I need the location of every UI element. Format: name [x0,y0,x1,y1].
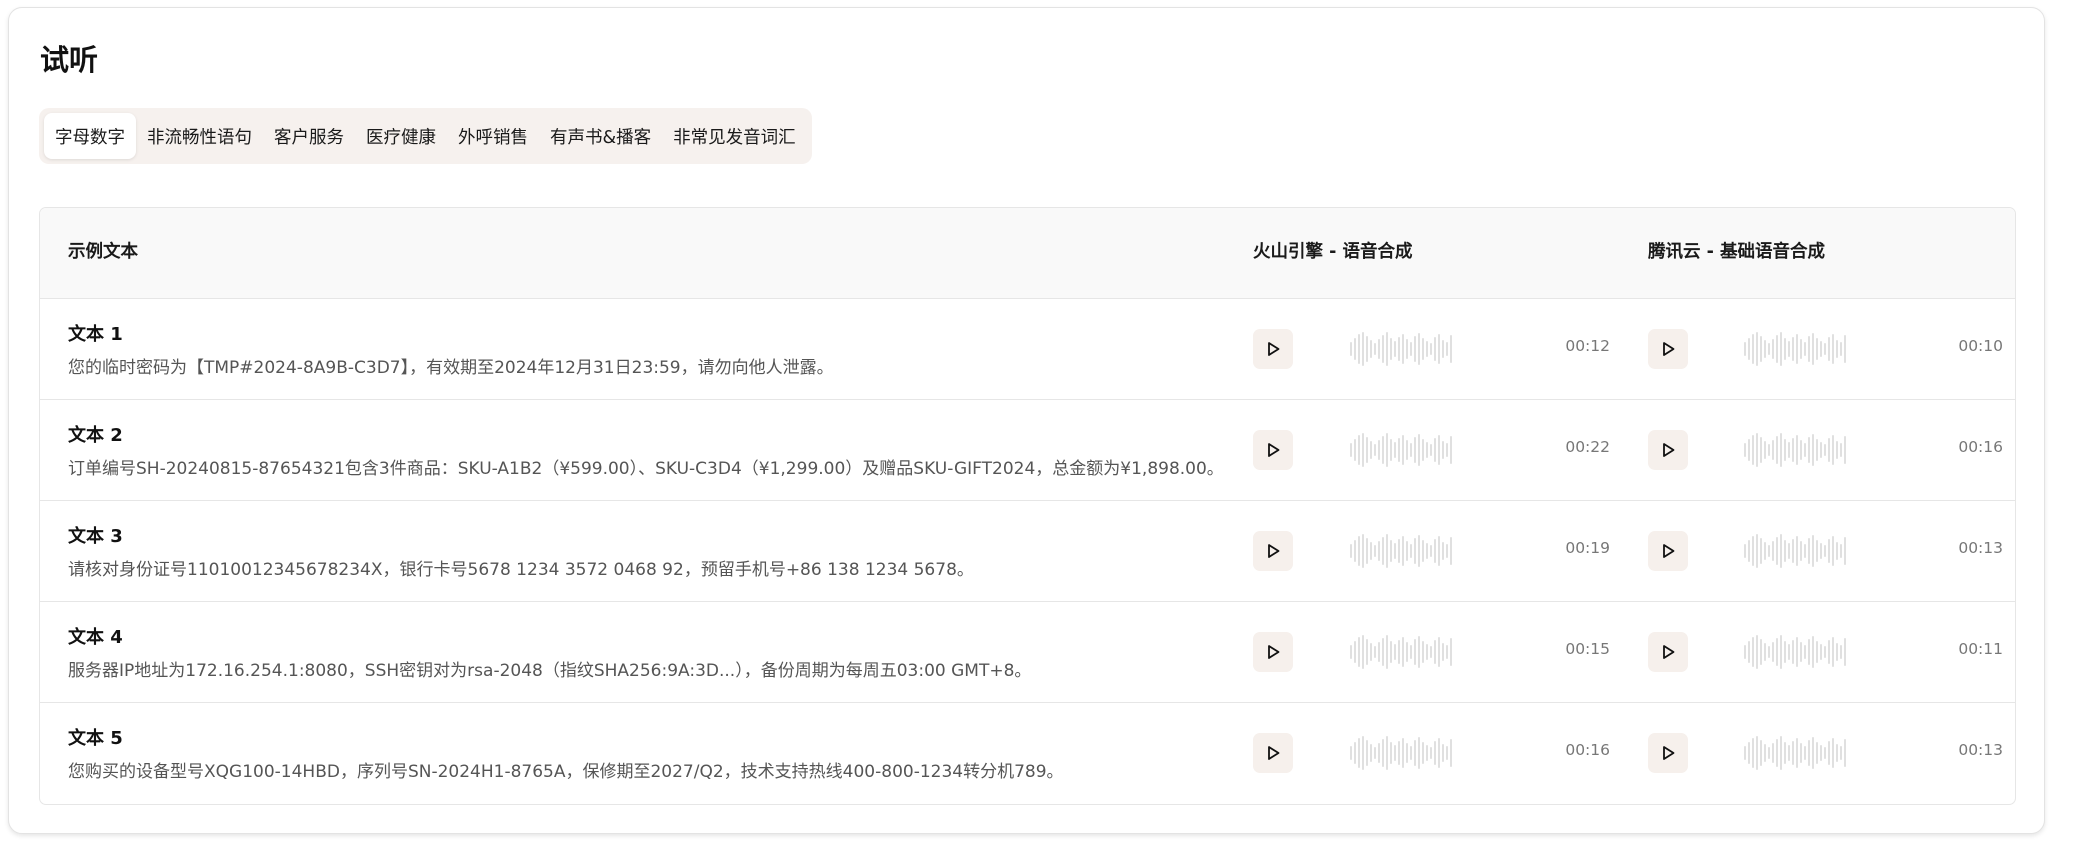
row-sample-text: 订单编号SH-20240815-87654321包含3件商品：SKU-A1B2（… [68,459,1224,479]
waveform-engine-b [1743,734,1847,772]
play-engine-b-button[interactable] [1648,632,1688,672]
tab-healthcare[interactable]: 医疗健康 [355,113,447,159]
row-sample-text: 您的临时密码为【TMP#2024-8A9B-C3D7】，有效期至2024年12月… [68,358,834,378]
play-icon [1663,443,1675,457]
tab-customer-service[interactable]: 客户服务 [263,113,355,159]
row-title: 文本 5 [68,728,123,749]
category-tabs: 字母数字 非流畅性语句 客户服务 医疗健康 外呼销售 有声书&播客 非常见发音词… [39,108,812,164]
duration-engine-a: 00:12 [1565,337,1610,355]
comparison-table: 示例文本 火山引擎 - 语音合成 腾讯云 - 基础语音合成 文本 1 您的临时密码… [39,207,2016,805]
page-title: 试听 [40,43,99,77]
play-engine-b-button[interactable] [1648,329,1688,369]
waveform-icon [1350,534,1452,568]
play-engine-a-button[interactable] [1253,430,1293,470]
duration-engine-b: 00:13 [1958,741,2003,759]
waveform-engine-b [1743,633,1847,671]
duration-engine-a: 00:22 [1565,438,1610,456]
waveform-icon [1350,332,1452,366]
table-header: 示例文本 火山引擎 - 语音合成 腾讯云 - 基础语音合成 [40,208,2015,299]
play-engine-b-button[interactable] [1648,430,1688,470]
play-engine-a-button[interactable] [1253,329,1293,369]
play-engine-a-button[interactable] [1253,733,1293,773]
play-icon [1663,544,1675,558]
duration-engine-b: 00:11 [1958,640,2003,658]
waveform-icon [1350,433,1452,467]
play-engine-b-button[interactable] [1648,531,1688,571]
waveform-engine-b [1743,532,1847,570]
play-icon [1663,342,1675,356]
table-row: 文本 1 您的临时密码为【TMP#2024-8A9B-C3D7】，有效期至2024… [40,299,2015,400]
play-icon [1663,746,1675,760]
play-engine-a-button[interactable] [1253,531,1293,571]
table-row: 文本 3 请核对身份证号11010012345678234X，银行卡号5678 1… [40,501,2015,602]
tab-audiobook-podcast[interactable]: 有声书&播客 [539,113,662,159]
waveform-icon [1744,736,1846,770]
row-title: 文本 4 [68,627,123,648]
table-row: 文本 2 订单编号SH-20240815-87654321包含3件商品：SKU-A… [40,400,2015,501]
tab-outbound-sales[interactable]: 外呼销售 [447,113,539,159]
waveform-engine-a [1349,431,1453,469]
waveform-engine-a [1349,734,1453,772]
tab-alphanumeric[interactable]: 字母数字 [44,113,136,159]
waveform-icon [1350,736,1452,770]
row-title: 文本 3 [68,526,123,547]
duration-engine-a: 00:16 [1565,741,1610,759]
waveform-engine-a [1349,330,1453,368]
row-title: 文本 2 [68,425,123,446]
row-sample-text: 服务器IP地址为172.16.254.1:8080，SSH密钥对为rsa-204… [68,661,1032,681]
duration-engine-a: 00:15 [1565,640,1610,658]
row-title: 文本 1 [68,324,123,345]
header-engine-a: 火山引擎 - 语音合成 [1253,242,1413,262]
table-row: 文本 4 服务器IP地址为172.16.254.1:8080，SSH密钥对为rsa… [40,602,2015,703]
duration-engine-b: 00:10 [1958,337,2003,355]
tab-rare-words[interactable]: 非常见发音词汇 [662,113,807,159]
waveform-engine-a [1349,633,1453,671]
duration-engine-b: 00:13 [1958,539,2003,557]
listen-card: 试听 字母数字 非流畅性语句 客户服务 医疗健康 外呼销售 有声书&播客 非常见… [8,7,2045,834]
waveform-icon [1744,534,1846,568]
play-icon [1268,544,1280,558]
table-row: 文本 5 您购买的设备型号XQG100-14HBD，序列号SN-2024H1-87… [40,703,2015,804]
waveform-icon [1744,635,1846,669]
header-sample-text: 示例文本 [68,242,138,262]
play-icon [1268,746,1280,760]
row-sample-text: 请核对身份证号11010012345678234X，银行卡号5678 1234 … [68,560,974,580]
waveform-engine-a [1349,532,1453,570]
waveform-icon [1744,433,1846,467]
play-engine-b-button[interactable] [1648,733,1688,773]
waveform-icon [1350,635,1452,669]
waveform-icon [1744,332,1846,366]
header-engine-b: 腾讯云 - 基础语音合成 [1648,242,1825,262]
tab-disfluent[interactable]: 非流畅性语句 [136,113,263,159]
duration-engine-a: 00:19 [1565,539,1610,557]
play-icon [1663,645,1675,659]
play-icon [1268,342,1280,356]
play-icon [1268,645,1280,659]
waveform-engine-b [1743,431,1847,469]
waveform-engine-b [1743,330,1847,368]
play-engine-a-button[interactable] [1253,632,1293,672]
play-icon [1268,443,1280,457]
row-sample-text: 您购买的设备型号XQG100-14HBD，序列号SN-2024H1-8765A，… [68,762,1064,782]
duration-engine-b: 00:16 [1958,438,2003,456]
